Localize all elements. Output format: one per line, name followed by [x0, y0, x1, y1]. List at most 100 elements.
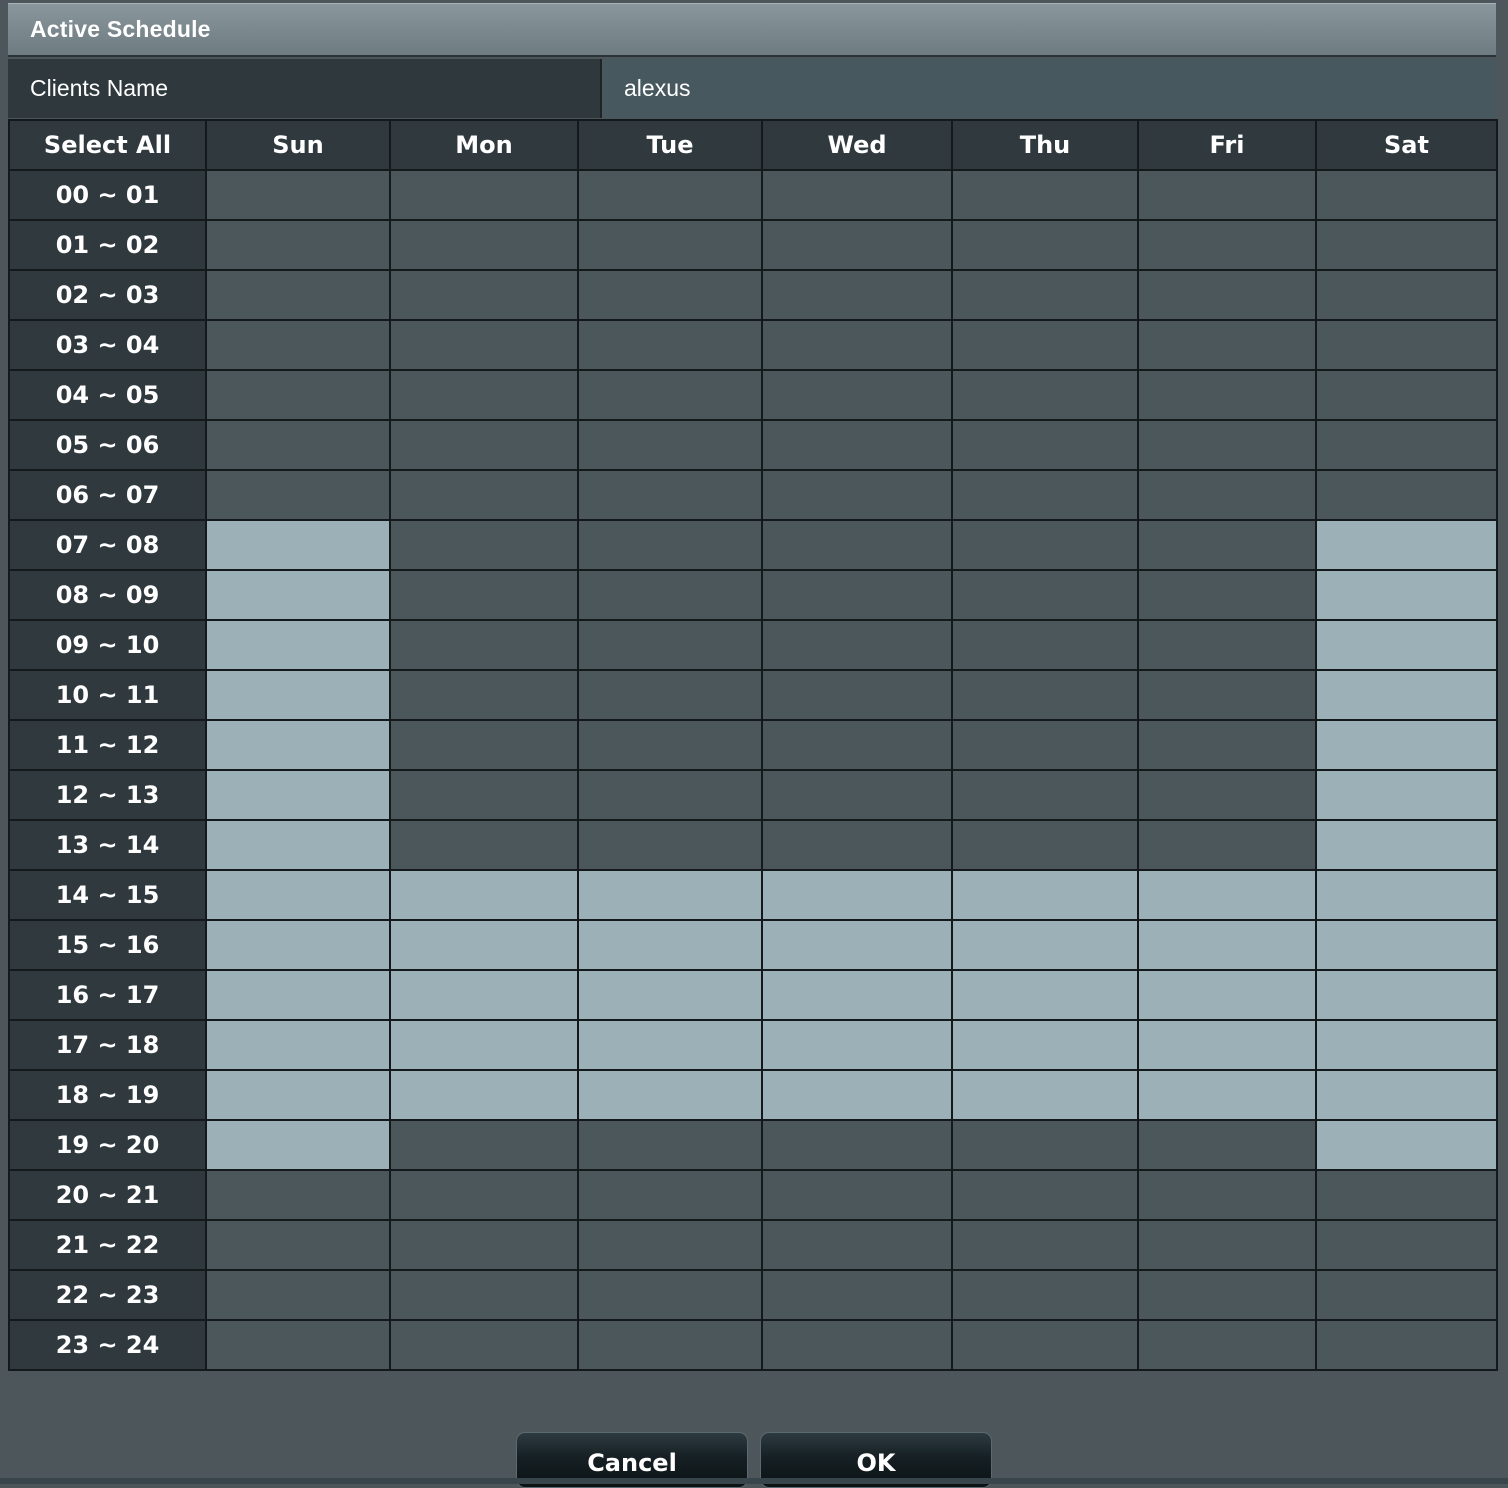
schedule-cell-mon[interactable] [389, 269, 579, 321]
schedule-cell-sun[interactable] [205, 319, 391, 371]
schedule-cell-fri[interactable] [1137, 919, 1317, 971]
schedule-cell-fri[interactable] [1137, 1019, 1317, 1071]
schedule-cell-sun[interactable] [205, 1019, 391, 1071]
schedule-cell-sat[interactable] [1315, 919, 1498, 971]
time-slot-label[interactable]: 10 ~ 11 [8, 669, 207, 721]
select-all-button[interactable]: Select All [8, 119, 207, 171]
schedule-cell-sun[interactable] [205, 619, 391, 671]
day-header-tue[interactable]: Tue [577, 119, 763, 171]
schedule-cell-tue[interactable] [577, 1219, 763, 1271]
schedule-cell-wed[interactable] [761, 419, 953, 471]
schedule-cell-sun[interactable] [205, 819, 391, 871]
schedule-cell-wed[interactable] [761, 669, 953, 721]
schedule-cell-sat[interactable] [1315, 1069, 1498, 1121]
schedule-cell-sun[interactable] [205, 719, 391, 771]
schedule-cell-sun[interactable] [205, 1069, 391, 1121]
schedule-cell-tue[interactable] [577, 719, 763, 771]
schedule-cell-wed[interactable] [761, 369, 953, 421]
schedule-cell-sat[interactable] [1315, 1019, 1498, 1071]
schedule-cell-tue[interactable] [577, 969, 763, 1021]
schedule-cell-sun[interactable] [205, 1119, 391, 1171]
schedule-cell-mon[interactable] [389, 1019, 579, 1071]
schedule-cell-sat[interactable] [1315, 869, 1498, 921]
schedule-cell-thu[interactable] [951, 619, 1139, 671]
schedule-cell-wed[interactable] [761, 919, 953, 971]
schedule-cell-wed[interactable] [761, 519, 953, 571]
schedule-cell-mon[interactable] [389, 519, 579, 571]
time-slot-label[interactable]: 21 ~ 22 [8, 1219, 207, 1271]
schedule-cell-fri[interactable] [1137, 1219, 1317, 1271]
schedule-cell-fri[interactable] [1137, 569, 1317, 621]
schedule-cell-thu[interactable] [951, 919, 1139, 971]
schedule-cell-wed[interactable] [761, 769, 953, 821]
schedule-cell-mon[interactable] [389, 569, 579, 621]
day-header-thu[interactable]: Thu [951, 119, 1139, 171]
time-slot-label[interactable]: 11 ~ 12 [8, 719, 207, 771]
schedule-cell-sat[interactable] [1315, 719, 1498, 771]
schedule-cell-sat[interactable] [1315, 969, 1498, 1021]
schedule-cell-mon[interactable] [389, 419, 579, 471]
schedule-cell-fri[interactable] [1137, 519, 1317, 571]
schedule-cell-sun[interactable] [205, 769, 391, 821]
schedule-cell-wed[interactable] [761, 469, 953, 521]
schedule-cell-sun[interactable] [205, 219, 391, 271]
schedule-cell-thu[interactable] [951, 669, 1139, 721]
schedule-cell-sat[interactable] [1315, 1269, 1498, 1321]
day-header-wed[interactable]: Wed [761, 119, 953, 171]
schedule-cell-thu[interactable] [951, 569, 1139, 621]
time-slot-label[interactable]: 18 ~ 19 [8, 1069, 207, 1121]
schedule-cell-thu[interactable] [951, 219, 1139, 271]
time-slot-label[interactable]: 00 ~ 01 [8, 169, 207, 221]
schedule-cell-tue[interactable] [577, 919, 763, 971]
schedule-cell-sun[interactable] [205, 1169, 391, 1221]
schedule-cell-tue[interactable] [577, 769, 763, 821]
schedule-cell-sat[interactable] [1315, 1319, 1498, 1371]
schedule-cell-mon[interactable] [389, 969, 579, 1021]
schedule-cell-wed[interactable] [761, 969, 953, 1021]
schedule-cell-tue[interactable] [577, 869, 763, 921]
schedule-cell-sat[interactable] [1315, 569, 1498, 621]
schedule-cell-sat[interactable] [1315, 519, 1498, 571]
schedule-cell-sat[interactable] [1315, 1169, 1498, 1221]
schedule-cell-tue[interactable] [577, 219, 763, 271]
schedule-cell-tue[interactable] [577, 269, 763, 321]
schedule-cell-sat[interactable] [1315, 269, 1498, 321]
schedule-cell-wed[interactable] [761, 819, 953, 871]
schedule-cell-sun[interactable] [205, 919, 391, 971]
schedule-cell-sat[interactable] [1315, 219, 1498, 271]
schedule-cell-tue[interactable] [577, 369, 763, 421]
schedule-cell-fri[interactable] [1137, 1269, 1317, 1321]
schedule-cell-sat[interactable] [1315, 769, 1498, 821]
schedule-cell-sun[interactable] [205, 669, 391, 721]
schedule-cell-fri[interactable] [1137, 619, 1317, 671]
schedule-cell-mon[interactable] [389, 719, 579, 771]
schedule-cell-mon[interactable] [389, 1169, 579, 1221]
schedule-cell-tue[interactable] [577, 1169, 763, 1221]
schedule-cell-thu[interactable] [951, 1219, 1139, 1271]
time-slot-label[interactable]: 14 ~ 15 [8, 869, 207, 921]
schedule-cell-thu[interactable] [951, 769, 1139, 821]
schedule-cell-sat[interactable] [1315, 819, 1498, 871]
schedule-cell-sun[interactable] [205, 169, 391, 221]
schedule-cell-mon[interactable] [389, 919, 579, 971]
schedule-cell-thu[interactable] [951, 319, 1139, 371]
schedule-cell-fri[interactable] [1137, 1119, 1317, 1171]
time-slot-label[interactable]: 22 ~ 23 [8, 1269, 207, 1321]
time-slot-label[interactable]: 06 ~ 07 [8, 469, 207, 521]
day-header-fri[interactable]: Fri [1137, 119, 1317, 171]
schedule-cell-sat[interactable] [1315, 1119, 1498, 1171]
schedule-cell-wed[interactable] [761, 319, 953, 371]
schedule-cell-tue[interactable] [577, 1119, 763, 1171]
schedule-cell-fri[interactable] [1137, 419, 1317, 471]
time-slot-label[interactable]: 15 ~ 16 [8, 919, 207, 971]
time-slot-label[interactable]: 08 ~ 09 [8, 569, 207, 621]
schedule-cell-mon[interactable] [389, 819, 579, 871]
schedule-cell-thu[interactable] [951, 369, 1139, 421]
schedule-cell-sun[interactable] [205, 969, 391, 1021]
schedule-cell-mon[interactable] [389, 869, 579, 921]
schedule-cell-sun[interactable] [205, 369, 391, 421]
time-slot-label[interactable]: 20 ~ 21 [8, 1169, 207, 1221]
schedule-cell-mon[interactable] [389, 369, 579, 421]
schedule-cell-mon[interactable] [389, 669, 579, 721]
schedule-cell-wed[interactable] [761, 1219, 953, 1271]
